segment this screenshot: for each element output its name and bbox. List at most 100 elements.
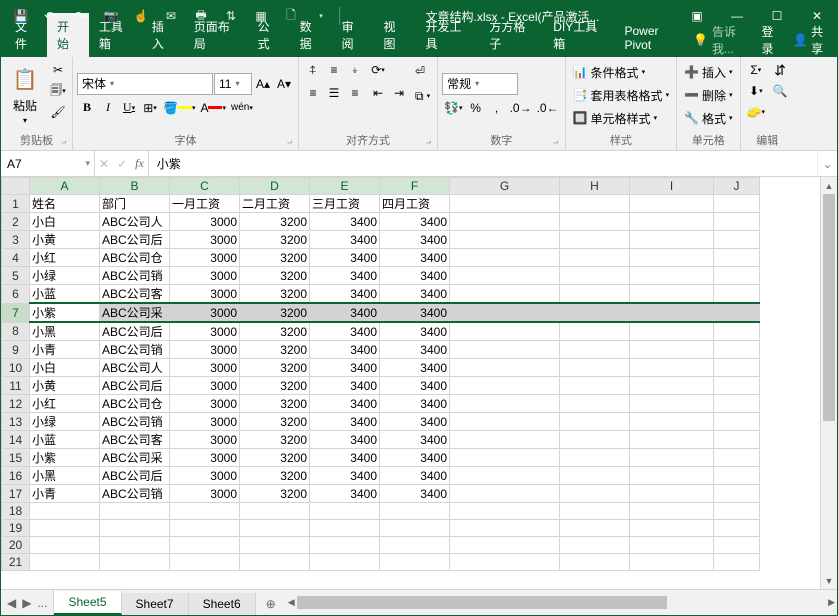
row-header[interactable]: 9 — [2, 341, 30, 359]
cell[interactable]: 3400 — [310, 249, 380, 267]
cell[interactable]: 3200 — [240, 231, 310, 249]
row-header[interactable]: 16 — [2, 467, 30, 485]
touch-mode-icon[interactable]: ☝ — [127, 2, 155, 30]
cell[interactable] — [450, 467, 560, 485]
wrap-text-button[interactable]: ⏎ — [412, 60, 433, 82]
cell[interactable] — [560, 467, 630, 485]
cell[interactable] — [450, 249, 560, 267]
cell[interactable] — [630, 249, 714, 267]
cell[interactable]: 3000 — [170, 322, 240, 341]
cell[interactable]: 小绿 — [30, 267, 100, 285]
format-cells-button[interactable]: 🔧 格式 ▾ — [681, 107, 735, 129]
cell[interactable]: 小紫 — [30, 449, 100, 467]
cell[interactable]: 3400 — [380, 303, 450, 322]
cell[interactable] — [310, 520, 380, 537]
tab-视图[interactable]: 视图 — [374, 13, 416, 57]
cell[interactable] — [714, 231, 760, 249]
cell[interactable]: 3400 — [380, 485, 450, 503]
cell[interactable] — [380, 503, 450, 520]
cell[interactable]: 3400 — [380, 341, 450, 359]
cell[interactable]: 3400 — [380, 449, 450, 467]
expand-formula-bar-icon[interactable]: ⌄ — [817, 151, 837, 176]
sheet-tab[interactable]: Sheet6 — [189, 593, 256, 615]
cell[interactable]: 3400 — [380, 249, 450, 267]
cell[interactable] — [450, 395, 560, 413]
tab-Power Pivot[interactable]: Power Pivot — [614, 19, 693, 57]
cell[interactable] — [714, 503, 760, 520]
cell[interactable]: 小蓝 — [30, 431, 100, 449]
cell[interactable] — [100, 554, 170, 571]
increase-decimal-icon[interactable]: .0→ — [508, 98, 534, 118]
cell[interactable]: 小红 — [30, 395, 100, 413]
row-header[interactable]: 17 — [2, 485, 30, 503]
row-header[interactable]: 19 — [2, 520, 30, 537]
cell[interactable]: 3200 — [240, 377, 310, 395]
cell[interactable]: 3400 — [310, 377, 380, 395]
cell[interactable] — [560, 377, 630, 395]
insert-cells-button[interactable]: ➕ 插入 ▾ — [681, 61, 735, 83]
format-as-table-button[interactable]: 📑 套用表格格式 ▾ — [570, 84, 672, 106]
cell[interactable]: 3400 — [310, 431, 380, 449]
sort-icon[interactable]: ⇅ — [217, 2, 245, 30]
cell[interactable]: 一月工资 — [170, 195, 240, 213]
cell[interactable]: 3200 — [240, 249, 310, 267]
horizontal-scrollbar[interactable]: ◀ ▶ — [286, 590, 837, 615]
cell[interactable] — [560, 431, 630, 449]
cell[interactable] — [714, 431, 760, 449]
cell[interactable] — [630, 485, 714, 503]
align-top-icon[interactable]: ⍏ — [303, 60, 323, 80]
undo-icon[interactable]: ↶▾ — [37, 2, 65, 30]
column-header[interactable]: F — [380, 178, 450, 195]
hscroll-thumb[interactable] — [297, 596, 668, 609]
column-header[interactable]: C — [170, 178, 240, 195]
cell[interactable]: 3400 — [310, 231, 380, 249]
cell[interactable] — [380, 537, 450, 554]
cell[interactable] — [450, 503, 560, 520]
cell[interactable] — [450, 285, 560, 304]
cell[interactable] — [630, 285, 714, 304]
underline-button[interactable]: U ▾ — [119, 98, 139, 118]
cell[interactable] — [450, 431, 560, 449]
cell[interactable] — [30, 520, 100, 537]
scroll-thumb[interactable] — [823, 194, 835, 421]
scroll-right-icon[interactable]: ▶ — [828, 597, 835, 608]
cell[interactable] — [714, 267, 760, 285]
cell[interactable] — [560, 195, 630, 213]
delete-cells-button[interactable]: ➖ 删除 ▾ — [681, 84, 735, 106]
cell[interactable]: 3400 — [380, 377, 450, 395]
cell[interactable]: 3000 — [170, 213, 240, 231]
align-bottom-icon[interactable]: ⍖ — [345, 60, 365, 80]
cell[interactable]: 小黄 — [30, 231, 100, 249]
row-header[interactable]: 8 — [2, 322, 30, 341]
cell[interactable] — [630, 267, 714, 285]
cell[interactable]: 3400 — [380, 413, 450, 431]
cell[interactable] — [170, 520, 240, 537]
cell[interactable]: 3400 — [310, 485, 380, 503]
cell[interactable]: 3000 — [170, 431, 240, 449]
cell[interactable]: 三月工资 — [310, 195, 380, 213]
cell[interactable] — [630, 377, 714, 395]
cell[interactable]: 3000 — [170, 449, 240, 467]
sheet-nav-ellipsis[interactable]: ... — [37, 596, 47, 610]
cell[interactable]: 姓名 — [30, 195, 100, 213]
cell[interactable] — [714, 413, 760, 431]
cell[interactable] — [630, 303, 714, 322]
cell[interactable]: 3000 — [170, 231, 240, 249]
cell[interactable]: 3000 — [170, 413, 240, 431]
cell[interactable] — [100, 537, 170, 554]
row-header[interactable]: 10 — [2, 359, 30, 377]
column-header[interactable]: A — [30, 178, 100, 195]
cell[interactable] — [630, 195, 714, 213]
cell[interactable] — [450, 303, 560, 322]
cell[interactable]: ABC公司客 — [100, 431, 170, 449]
cell[interactable] — [714, 213, 760, 231]
cell[interactable]: ABC公司采 — [100, 449, 170, 467]
new-file-icon[interactable]: 🗋 — [277, 2, 305, 30]
cell[interactable] — [714, 537, 760, 554]
cell[interactable] — [450, 322, 560, 341]
scroll-down-icon[interactable]: ▼ — [821, 572, 837, 589]
cell[interactable] — [714, 395, 760, 413]
merge-center-button[interactable]: ⧉ ▾ — [412, 85, 433, 107]
cell[interactable]: 3400 — [310, 322, 380, 341]
cell[interactable]: 3000 — [170, 377, 240, 395]
